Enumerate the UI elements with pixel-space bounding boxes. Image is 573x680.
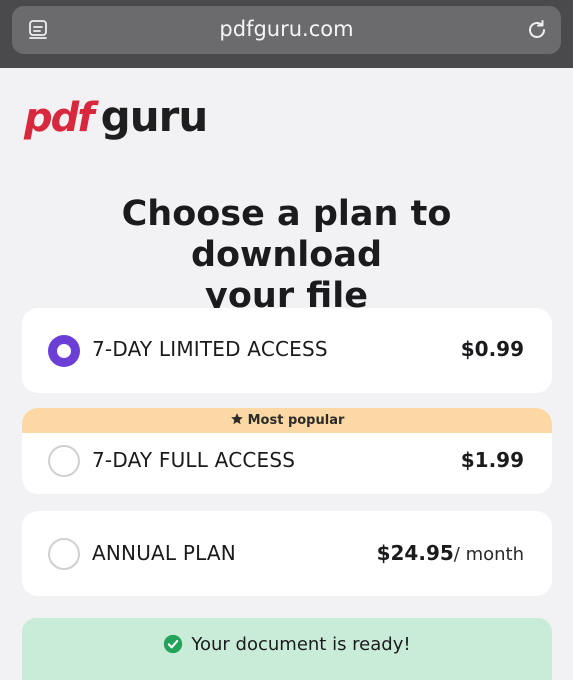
address-bar[interactable]: pdfguru.com bbox=[12, 6, 561, 54]
plan-name: ANNUAL PLAN bbox=[92, 541, 236, 565]
plan-price: $1.99 bbox=[460, 448, 524, 472]
plan-price-amount: $24.95 bbox=[376, 541, 454, 565]
plan-price-period: / month bbox=[453, 544, 524, 565]
plan-name: 7-DAY LIMITED ACCESS bbox=[92, 337, 328, 361]
reload-icon[interactable] bbox=[525, 18, 549, 42]
check-circle-icon bbox=[163, 634, 183, 654]
most-popular-label: Most popular bbox=[247, 413, 345, 428]
plan-option-7-day-limited[interactable]: 7-DAY LIMITED ACCESS $0.99 bbox=[22, 308, 552, 393]
page-title-line-1: Choose a plan to download bbox=[121, 194, 452, 275]
plan-price: $24.95/ month bbox=[377, 541, 524, 565]
browser-toolbar: pdfguru.com bbox=[0, 0, 573, 68]
plan-price: $0.99 bbox=[460, 337, 524, 361]
plan-option-annual[interactable]: ANNUAL PLAN $24.95/ month bbox=[22, 511, 552, 596]
document-ready-content: Your document is ready! bbox=[22, 634, 552, 655]
radio-selected-icon[interactable] bbox=[48, 335, 80, 367]
logo-guru-text: guru bbox=[100, 92, 209, 141]
url-text[interactable]: pdfguru.com bbox=[12, 17, 561, 41]
document-ready-text: Your document is ready! bbox=[191, 634, 411, 655]
plan-name: 7-DAY FULL ACCESS bbox=[92, 448, 296, 472]
plan-option-7-day-full[interactable]: Most popular 7-DAY FULL ACCESS $1.99 bbox=[22, 408, 552, 494]
most-popular-badge: Most popular bbox=[22, 408, 552, 433]
document-ready-banner: Your document is ready! bbox=[22, 618, 552, 680]
radio-unselected-icon[interactable] bbox=[48, 538, 80, 570]
page-title: Choose a plan to download your file bbox=[20, 194, 553, 317]
radio-unselected-icon[interactable] bbox=[48, 445, 80, 477]
logo-pdf-text: pdf bbox=[24, 95, 95, 141]
pdfguru-logo[interactable]: pdf guru bbox=[24, 92, 209, 142]
star-icon bbox=[230, 410, 244, 425]
